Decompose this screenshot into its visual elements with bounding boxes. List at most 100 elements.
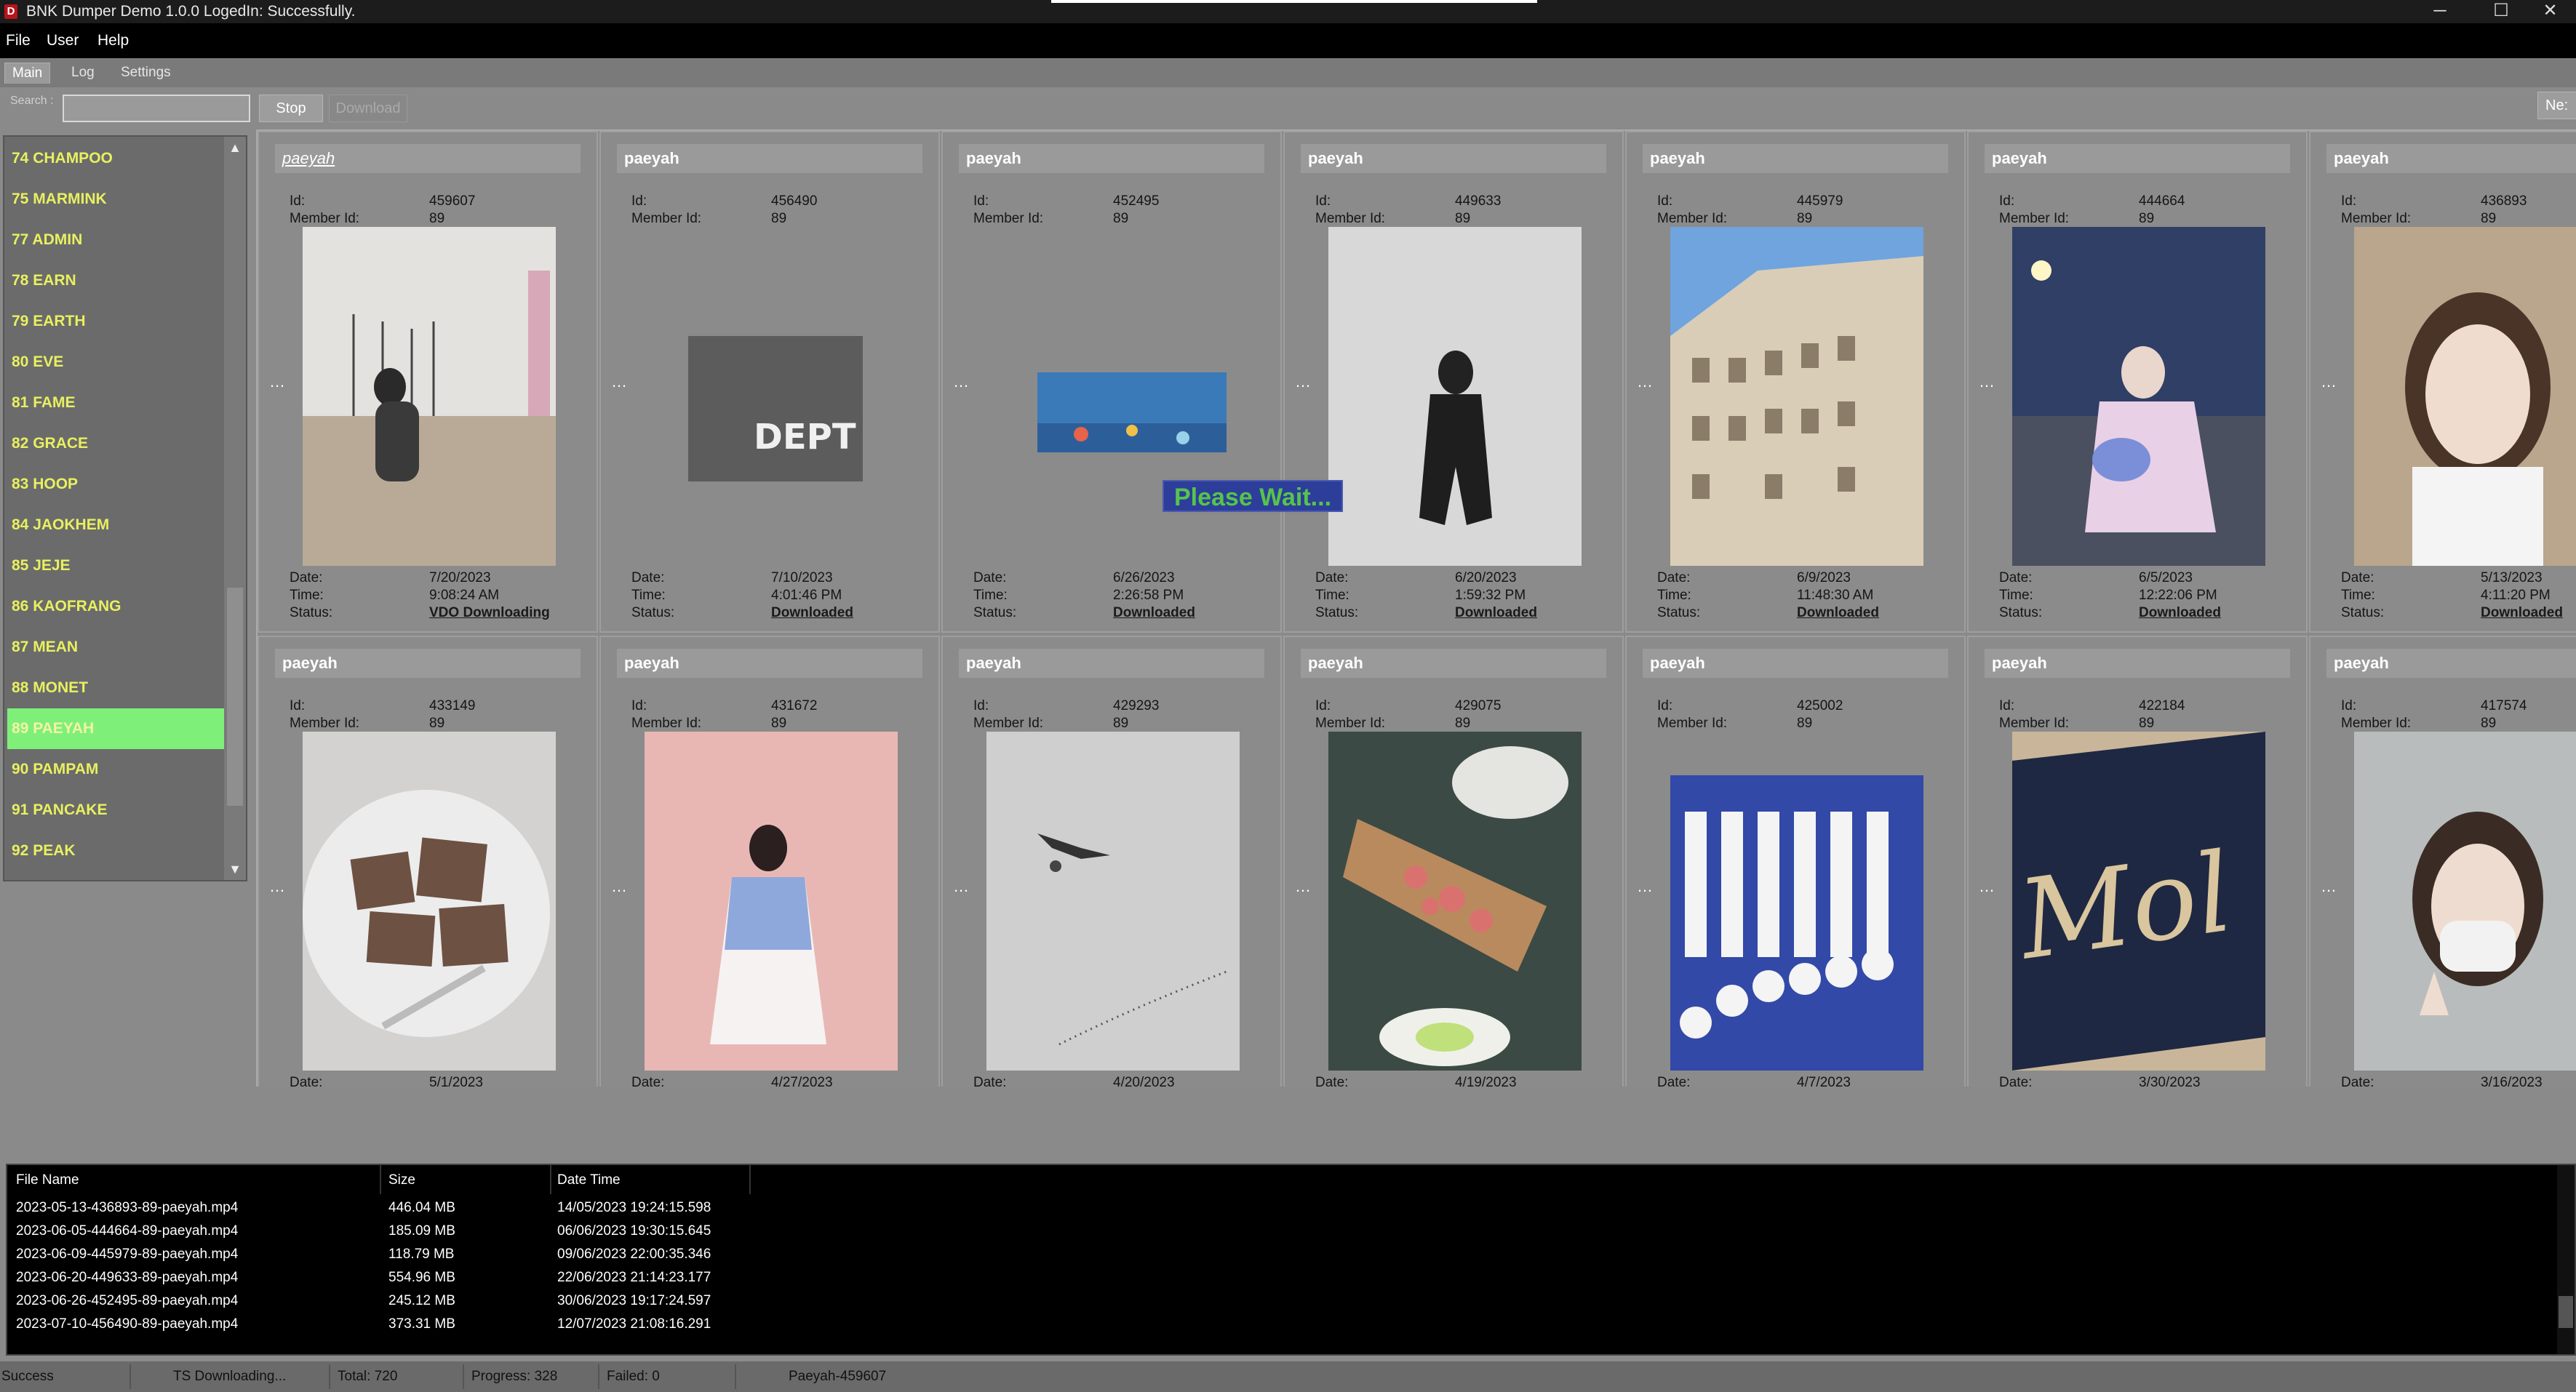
member-item-earn[interactable]: 78 EARN [7, 260, 228, 301]
card-title[interactable]: paeyah [959, 144, 1264, 173]
table-row[interactable]: 2023-06-20-449633-89-paeyah.mp4 554.96 M… [7, 1267, 2575, 1290]
post-card[interactable]: paeyah Id: 445979 Member Id: 89 … Date: … [1625, 131, 1966, 633]
post-thumbnail[interactable]: Mol [2012, 732, 2265, 1071]
more-button[interactable]: … [269, 372, 285, 391]
member-item-eve[interactable]: 80 EVE [7, 342, 228, 383]
member-item-peak[interactable]: 92 PEAK [7, 831, 228, 871]
table-row[interactable]: 2023-06-26-452495-89-paeyah.mp4 245.12 M… [7, 1290, 2575, 1313]
card-title[interactable]: paeyah [275, 649, 581, 678]
post-thumbnail[interactable] [986, 732, 1240, 1071]
more-button[interactable]: … [1295, 877, 1311, 896]
member-list[interactable]: 74 CHAMPOO 75 MARMINK 77 ADMIN 78 EARN 7… [3, 135, 247, 881]
status-link[interactable]: Downloaded [1797, 605, 1879, 621]
member-item-grace[interactable]: 82 GRACE [7, 423, 228, 464]
status-link[interactable]: Downloaded [1113, 605, 1195, 621]
member-item-admin[interactable]: 77 ADMIN [7, 220, 228, 260]
post-card[interactable]: paeyah Id: 459607 Member Id: 89 … Date: … [258, 131, 598, 633]
scroll-down-icon[interactable]: ▼ [224, 858, 246, 880]
close-button[interactable]: ✕ [2524, 0, 2576, 23]
card-title[interactable]: paeyah [1301, 144, 1606, 173]
download-button[interactable]: Download [329, 95, 407, 122]
post-card[interactable]: paeyah Id: 452495 Member Id: 89 … Date: … [941, 131, 1282, 633]
next-button[interactable]: Ne: [2537, 92, 2576, 119]
more-button[interactable]: … [611, 877, 627, 896]
column-divider[interactable] [749, 1165, 751, 1194]
post-card[interactable]: paeyah Id: 456490 Member Id: 89 … DEPT D… [599, 131, 940, 633]
member-item-marmink[interactable]: 75 MARMINK [7, 179, 228, 220]
scroll-up-icon[interactable]: ▲ [224, 137, 246, 159]
member-item-mean[interactable]: 87 MEAN [7, 627, 228, 668]
table-row[interactable]: 2023-06-05-444664-89-paeyah.mp4 185.09 M… [7, 1220, 2575, 1244]
member-item-earth[interactable]: 79 EARTH [7, 301, 228, 342]
post-thumbnail[interactable]: DEPT [645, 227, 898, 566]
card-title[interactable]: paeyah [1301, 649, 1606, 678]
card-title[interactable]: paeyah [1985, 144, 2290, 173]
member-item-jeje[interactable]: 85 JEJE [7, 545, 228, 586]
card-title[interactable]: paeyah [275, 144, 581, 173]
menu-user[interactable]: User [47, 32, 79, 49]
stop-button[interactable]: Stop [259, 95, 323, 122]
post-thumbnail[interactable] [303, 227, 556, 566]
post-thumbnail[interactable] [2354, 227, 2576, 566]
post-card[interactable]: paeyah Id: 422184 Member Id: 89 … Mol Da… [1967, 636, 2308, 1087]
table-row[interactable]: 2023-07-10-456490-89-paeyah.mp4 373.31 M… [7, 1313, 2575, 1337]
column-divider[interactable] [380, 1165, 381, 1194]
post-thumbnail[interactable] [303, 732, 556, 1071]
member-list-scrollbar[interactable]: ▲ ▼ [224, 137, 246, 880]
maximize-button[interactable]: ☐ [2471, 0, 2532, 23]
more-button[interactable]: … [953, 372, 969, 391]
table-row[interactable]: 2023-05-13-436893-89-paeyah.mp4 446.04 M… [7, 1197, 2575, 1220]
member-item-hoop[interactable]: 83 HOOP [7, 464, 228, 505]
tab-log[interactable]: Log [64, 63, 102, 83]
card-title[interactable]: paeyah [1643, 649, 1948, 678]
post-thumbnail[interactable] [1670, 227, 1923, 566]
post-thumbnail[interactable] [2012, 227, 2265, 566]
status-link[interactable]: Downloaded [2139, 605, 2221, 621]
more-button[interactable]: … [2321, 877, 2337, 896]
column-date-time[interactable]: Date Time [557, 1172, 621, 1188]
member-item-jaokhem[interactable]: 84 JAOKHEM [7, 505, 228, 545]
scroll-thumb[interactable] [227, 588, 243, 806]
tab-settings[interactable]: Settings [113, 63, 178, 83]
menu-help[interactable]: Help [97, 32, 129, 49]
card-title[interactable]: paeyah [1643, 144, 1948, 173]
downloaded-files-table[interactable]: File Name Size Date Time 2023-05-13-4368… [6, 1164, 2576, 1356]
post-card[interactable]: paeyah Id: 425002 Member Id: 89 … Date: … [1625, 636, 1966, 1087]
tab-main[interactable]: Main [4, 63, 51, 84]
column-divider[interactable] [550, 1165, 551, 1194]
card-title[interactable]: paeyah [617, 144, 922, 173]
status-link[interactable]: Downloaded [1455, 605, 1537, 621]
status-link[interactable]: Downloaded [771, 605, 853, 621]
member-item-monet[interactable]: 88 MONET [7, 668, 228, 708]
card-title[interactable]: paeyah [1985, 649, 2290, 678]
post-card[interactable]: paeyah Id: 436893 Member Id: 89 … Date: … [2309, 131, 2576, 633]
member-item-pancake[interactable]: 91 PANCAKE [7, 790, 228, 831]
status-link[interactable]: Downloaded [2481, 605, 2563, 621]
more-button[interactable]: … [1637, 372, 1653, 391]
post-thumbnail[interactable] [1328, 227, 1582, 566]
status-link[interactable]: VDO Downloading [429, 605, 550, 621]
more-button[interactable]: … [1295, 372, 1311, 391]
post-card[interactable]: paeyah Id: 449633 Member Id: 89 … Date: … [1283, 131, 1624, 633]
card-title[interactable]: paeyah [2326, 649, 2576, 678]
more-button[interactable]: … [269, 877, 285, 896]
table-row[interactable]: 2023-06-09-445979-89-paeyah.mp4 118.79 M… [7, 1244, 2575, 1267]
card-title[interactable]: paeyah [959, 649, 1264, 678]
member-item-fame[interactable]: 81 FAME [7, 383, 228, 423]
post-card[interactable]: paeyah Id: 433149 Member Id: 89 … Date: … [258, 636, 598, 1087]
post-thumbnail[interactable] [645, 732, 898, 1071]
member-item-pampam[interactable]: 90 PAMPAM [7, 749, 228, 790]
more-button[interactable]: … [953, 877, 969, 896]
post-card[interactable]: paeyah Id: 444664 Member Id: 89 … Date: … [1967, 131, 2308, 633]
card-title[interactable]: paeyah [2326, 144, 2576, 173]
more-button[interactable]: … [1979, 372, 1995, 391]
search-input[interactable] [63, 95, 250, 122]
post-card[interactable]: paeyah Id: 429293 Member Id: 89 … Date: … [941, 636, 1282, 1087]
member-item-champoo[interactable]: 74 CHAMPOO [7, 138, 228, 179]
more-button[interactable]: … [1637, 877, 1653, 896]
minimize-button[interactable]: ─ [2409, 0, 2471, 23]
post-thumbnail[interactable] [1328, 732, 1582, 1071]
column-size[interactable]: Size [388, 1172, 415, 1188]
post-card[interactable]: paeyah Id: 417574 Member Id: 89 … Date: … [2309, 636, 2576, 1087]
post-thumbnail[interactable] [2354, 732, 2576, 1071]
